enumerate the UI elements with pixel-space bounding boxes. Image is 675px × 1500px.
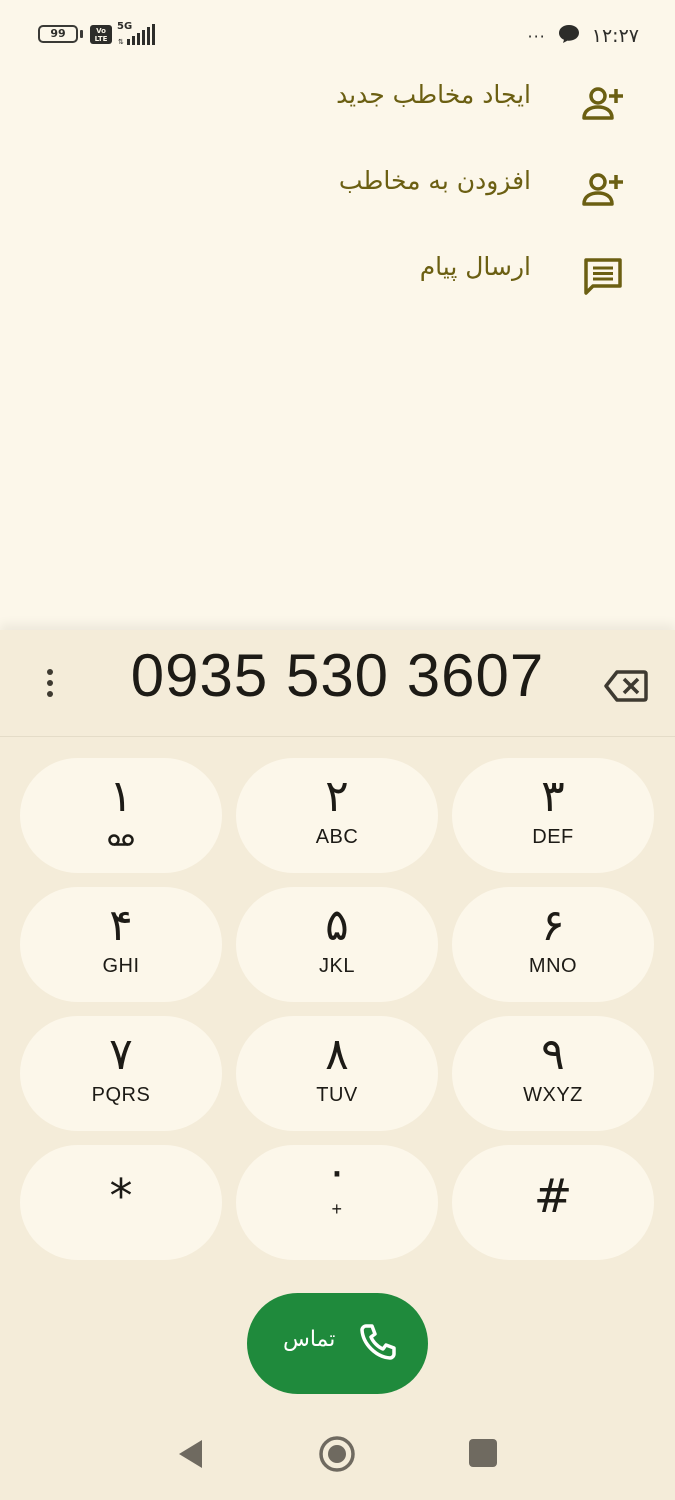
signal-strength-icon: 5G ⇅	[117, 22, 163, 48]
key-letters: GHI	[102, 955, 140, 977]
key-letters: PQRS	[91, 1084, 151, 1106]
battery-indicator: 99	[38, 25, 78, 43]
key-letters: +	[331, 1199, 343, 1219]
key-digit: *	[109, 1169, 133, 1223]
call-button[interactable]: تماس	[247, 1293, 428, 1394]
key-digit: ۲	[325, 771, 349, 822]
key-2[interactable]: ۲ ABC	[236, 758, 438, 873]
send-message-item[interactable]: ارسال پیام	[0, 232, 675, 318]
more-notifications-icon: ···	[527, 26, 546, 46]
key-digit: ۸	[325, 1029, 349, 1080]
dialer-sheet: 0935 530 3607 ۱ ۲ ABC ۳ DEF ۴ GHI ۵ JKL …	[0, 630, 675, 1500]
phone-icon	[358, 1322, 398, 1362]
chat-bubble-icon	[558, 24, 580, 48]
key-9[interactable]: ۹ WXYZ	[452, 1016, 654, 1131]
number-display-row: 0935 530 3607	[0, 630, 675, 737]
key-digit: ۴	[109, 900, 133, 951]
key-letters: WXYZ	[523, 1084, 583, 1106]
key-5[interactable]: ۵ JKL	[236, 887, 438, 1002]
action-list: ایجاد مخاطب جدید افزودن به مخاطب ارسال پ…	[0, 60, 675, 318]
key-digit: ۵	[325, 900, 349, 951]
add-to-contact-label: افزودن به مخاطب	[338, 166, 531, 195]
message-icon	[581, 254, 625, 298]
key-digit: #	[533, 1169, 573, 1223]
create-new-contact-label: ایجاد مخاطب جدید	[336, 80, 531, 109]
key-letters: MNO	[528, 955, 578, 977]
person-add-icon	[581, 82, 625, 126]
key-6[interactable]: ۶ MNO	[452, 887, 654, 1002]
svg-text:⇅: ⇅	[118, 38, 124, 46]
key-letters: JKL	[319, 955, 355, 977]
home-icon[interactable]	[318, 1435, 356, 1473]
call-label: تماس	[283, 1327, 336, 1352]
back-icon[interactable]	[176, 1438, 208, 1470]
key-3[interactable]: ۳ DEF	[452, 758, 654, 873]
key-digit: ۱	[109, 771, 133, 822]
navigation-bar	[0, 1426, 675, 1496]
key-letters: ABC	[315, 826, 359, 848]
add-to-contact-item[interactable]: افزودن به مخاطب	[0, 146, 675, 232]
backspace-icon[interactable]	[603, 668, 649, 704]
battery-tip	[80, 30, 83, 38]
key-8[interactable]: ۸ TUV	[236, 1016, 438, 1131]
key-0[interactable]: ۰ +	[236, 1145, 438, 1260]
create-new-contact-item[interactable]: ایجاد مخاطب جدید	[0, 60, 675, 146]
key-digit: ۰	[325, 1146, 349, 1197]
key-star[interactable]: *	[20, 1145, 222, 1260]
key-4[interactable]: ۴ GHI	[20, 887, 222, 1002]
voicemail-icon	[107, 832, 135, 846]
key-digit: ۹	[541, 1029, 565, 1080]
volte-icon: Vo LTE	[90, 25, 112, 44]
person-add-icon	[581, 168, 625, 212]
key-hash[interactable]: #	[452, 1145, 654, 1260]
key-digit: ۶	[541, 900, 565, 951]
more-vert-icon[interactable]	[34, 666, 66, 702]
key-letters: DEF	[532, 826, 574, 848]
key-letters: TUV	[316, 1084, 358, 1106]
status-right: ··· ۱۲:۲۷	[527, 22, 639, 50]
key-digit: ۷	[109, 1029, 133, 1080]
key-7[interactable]: ۷ PQRS	[20, 1016, 222, 1131]
key-digit: ۳	[541, 771, 565, 822]
keypad: ۱ ۲ ABC ۳ DEF ۴ GHI ۵ JKL ۶ MNO ۷ PQRS ۸…	[20, 758, 656, 1260]
key-1[interactable]: ۱	[20, 758, 222, 873]
dialed-number[interactable]: 0935 530 3607	[110, 638, 565, 714]
recents-icon[interactable]	[469, 1439, 497, 1467]
clock: ۱۲:۲۷	[591, 25, 639, 47]
send-message-label: ارسال پیام	[419, 252, 531, 281]
